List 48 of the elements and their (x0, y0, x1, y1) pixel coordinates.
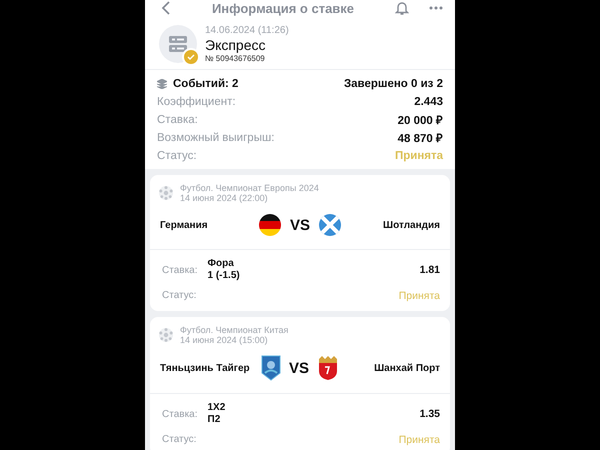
events-count: Событий: 2 (173, 78, 238, 90)
league-name: Футбол. Чемпионат Европы 2024 (180, 183, 319, 193)
bet-type: Экспресс (205, 37, 266, 53)
crest-icon (317, 355, 339, 381)
home-team: Тяньцзинь Тайгер (160, 362, 251, 374)
status-label: Статус: (162, 290, 196, 301)
check-badge-icon (182, 48, 200, 66)
status-label: Статус: (162, 434, 196, 445)
crest-icon (260, 355, 281, 381)
flag-icon (318, 213, 342, 237)
page-title: Информация о ставке (210, 0, 356, 16)
status-value: Принята (398, 434, 440, 446)
list-icon (169, 36, 187, 52)
versus-label: VS (290, 216, 310, 234)
summary-value: 2.443 (414, 96, 443, 108)
away-team: Шанхай Порт (373, 362, 440, 374)
league-name: Футбол. Чемпионат Китая (180, 325, 288, 335)
bet-odds: 1.81 (420, 264, 440, 276)
bet-market: Фора (208, 258, 235, 270)
bet-odds: 1.35 (420, 408, 440, 420)
status-value: Принята (398, 290, 440, 302)
bet-market: 1X2 (208, 402, 226, 414)
soccer-ball-icon (158, 185, 174, 201)
bet-date: 14.06.2024 (11:26) (205, 25, 289, 36)
summary-label: Коэффициент: (157, 96, 236, 108)
status-value: Принята (394, 150, 443, 162)
match-date: 14 июня 2024 (22:00) (180, 193, 268, 203)
soccer-ball-icon (158, 327, 174, 343)
summary-label: Ставка: (157, 114, 198, 126)
bet-outcome: П2 (208, 414, 222, 426)
more-button[interactable] (429, 6, 443, 10)
bet-number: № 50943676509 (205, 54, 265, 63)
versus-label: VS (288, 360, 309, 376)
completed-count: Завершено 0 из 2 (344, 78, 443, 90)
bell-button[interactable] (395, 0, 409, 16)
home-team: Германия (160, 220, 209, 230)
back-button[interactable] (161, 1, 171, 15)
summary-value: 48 870 ₽ (398, 132, 443, 145)
bet-label: Ставка: (162, 264, 198, 276)
summary-label: Статус: (157, 150, 197, 162)
bet-outcome: 1 (-1.5) (208, 270, 241, 282)
stack-icon (157, 78, 167, 88)
bet-label: Ставка: (162, 408, 198, 420)
summary-value: 20 000 ₽ (398, 114, 443, 127)
away-team: Шотландия (382, 220, 440, 230)
flag-icon (258, 213, 282, 237)
summary-label: Возможный выигрыш: (157, 132, 274, 144)
match-date: 14 июня 2024 (15:00) (180, 335, 268, 345)
